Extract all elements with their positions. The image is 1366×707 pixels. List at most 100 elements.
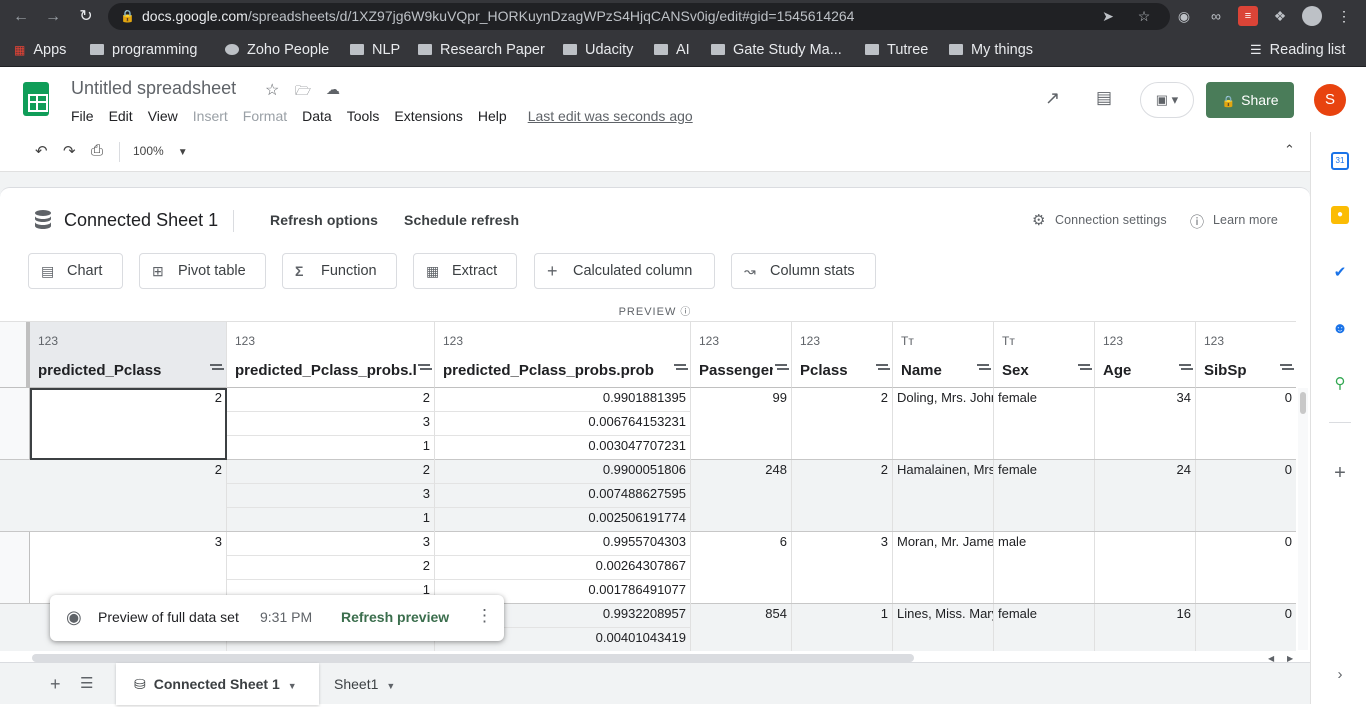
table-cell-sex[interactable]: male (994, 532, 1095, 603)
extract-button[interactable]: ▦ Extract (413, 253, 517, 289)
chart-button[interactable]: ▤ Chart (28, 253, 123, 289)
document-title[interactable]: Untitled spreadsheet (71, 78, 236, 99)
table-cell-sex[interactable]: female (994, 388, 1095, 459)
chrome-menu-icon[interactable]: ⋮ (1334, 6, 1354, 26)
bookmark-zoho-people[interactable]: Zoho People (225, 40, 329, 60)
bookmark-apps[interactable]: ▦ Apps (14, 40, 66, 60)
schedule-refresh-button[interactable]: Schedule refresh (404, 212, 519, 228)
prob-label-cell[interactable]: 2 (227, 460, 435, 484)
table-cell-sibsp[interactable]: 0 (1196, 532, 1296, 603)
refresh-preview-button[interactable]: Refresh preview (341, 609, 449, 625)
filter-icon[interactable] (418, 363, 430, 375)
prob-value-cell[interactable]: 0.002506191774 (435, 508, 691, 532)
share-button[interactable]: 🔒 Share (1206, 82, 1294, 118)
send-icon[interactable]: ➤ (1098, 6, 1118, 26)
calendar-icon[interactable]: 31 (1331, 152, 1349, 170)
table-cell-pclass[interactable]: 3 (30, 532, 227, 603)
prob-value-cell[interactable]: 0.00264307867 (435, 556, 691, 580)
filter-icon[interactable] (977, 363, 989, 375)
tab-sheet1[interactable]: Sheet1 ▼ (334, 663, 395, 705)
table-cell-pid[interactable]: 854 (691, 604, 792, 651)
connection-settings-button[interactable]: Connection settings (1055, 213, 1167, 227)
prob-label-cell[interactable]: 3 (227, 484, 435, 508)
menu-edit[interactable]: Edit (109, 108, 133, 124)
table-cell-name[interactable]: Moran, Mr. James (893, 532, 994, 603)
prob-label-cell[interactable]: 3 (227, 412, 435, 436)
bookmark-udacity[interactable]: Udacity (563, 40, 633, 60)
reading-list[interactable]: ☰ Reading list (1250, 40, 1345, 60)
table-cell-name[interactable]: Hamalainen, Mrs. (893, 460, 994, 531)
table-cell-age[interactable] (1095, 532, 1196, 603)
column-header-predicted-pclass[interactable]: 123 predicted_Pclass (30, 322, 227, 388)
pivot-table-button[interactable]: ⊞ Pivot table (139, 253, 266, 289)
refresh-options-button[interactable]: Refresh options (270, 212, 378, 228)
table-cell-pc[interactable]: 2 (792, 460, 893, 531)
table-cell-sibsp[interactable]: 0 (1196, 460, 1296, 531)
prob-label-cell[interactable]: 3 (227, 532, 435, 556)
reload-icon[interactable]: ↻ (75, 6, 97, 28)
present-button[interactable]: ▣ ▾ (1140, 82, 1194, 118)
star-icon[interactable]: ☆ (265, 80, 279, 100)
menu-extensions[interactable]: Extensions (394, 108, 462, 124)
table-cell-age[interactable]: 16 (1095, 604, 1196, 651)
glasses-extension-icon[interactable]: ∞ (1206, 6, 1226, 26)
prob-label-cell[interactable]: 1 (227, 436, 435, 460)
collapse-toolbar-icon[interactable]: ⌃ (1284, 142, 1295, 158)
address-bar[interactable]: 🔒 docs.google.com/spreadsheets/d/1XZ97jg… (108, 3, 1170, 30)
table-cell-pc[interactable]: 2 (792, 388, 893, 459)
camera-extension-icon[interactable]: ◉ (1174, 6, 1194, 26)
prob-label-cell[interactable]: 2 (227, 388, 435, 412)
activity-trend-icon[interactable]: ↗ (1045, 88, 1060, 109)
menu-insert[interactable]: Insert (193, 108, 228, 124)
column-header-probs-prob[interactable]: 123 predicted_Pclass_probs.prob (435, 322, 691, 388)
vertical-scrollbar[interactable] (1298, 388, 1308, 650)
column-header-name[interactable]: Tт Name (893, 322, 994, 388)
gear-icon[interactable]: ⚙ (1032, 211, 1045, 229)
column-stats-button[interactable]: ↝ Column stats (731, 253, 876, 289)
prob-label-cell[interactable]: 1 (227, 508, 435, 532)
move-folder-icon[interactable]: 🗁 (295, 82, 311, 104)
filter-icon[interactable] (674, 363, 686, 375)
bookmark-ai[interactable]: AI (654, 40, 690, 60)
bookmark-tutree[interactable]: Tutree (865, 40, 928, 60)
table-cell-pclass[interactable]: 2 (30, 460, 227, 531)
filter-icon[interactable] (1179, 363, 1191, 375)
prob-value-cell[interactable]: 0.006764153231 (435, 412, 691, 436)
table-cell-sibsp[interactable]: 0 (1196, 388, 1296, 459)
zoom-select[interactable]: 100% ▼ (133, 144, 188, 158)
table-cell-sex[interactable]: female (994, 604, 1095, 651)
bookmark-gate-study[interactable]: Gate Study Ma... (711, 40, 842, 60)
account-avatar[interactable]: S (1314, 84, 1346, 116)
extensions-puzzle-icon[interactable]: ❖ (1270, 6, 1290, 26)
bookmark-star-icon[interactable]: ☆ (1134, 6, 1154, 26)
menu-format[interactable]: Format (243, 108, 287, 124)
column-header-passengerid[interactable]: 123PassengerId (691, 322, 792, 388)
prob-value-cell[interactable]: 0.9955704303 (435, 532, 691, 556)
todoist-extension-icon[interactable]: ≡ (1238, 6, 1258, 26)
get-addons-plus-icon[interactable]: + (1331, 463, 1349, 483)
table-cell-name[interactable]: Doling, Mrs. John (893, 388, 994, 459)
maps-icon[interactable]: ⚲ (1331, 375, 1349, 393)
menu-help[interactable]: Help (478, 108, 507, 124)
contacts-icon[interactable]: ☻ (1331, 320, 1349, 338)
function-button[interactable]: Σ Function (282, 253, 397, 289)
table-cell-pclass[interactable]: 2 (30, 388, 227, 459)
redo-icon[interactable]: ↷ (63, 142, 76, 160)
column-header-probs-label[interactable]: 123 predicted_Pclass_probs.la (227, 322, 435, 388)
table-cell-pid[interactable]: 248 (691, 460, 792, 531)
forward-icon[interactable]: → (42, 6, 64, 28)
bookmark-my-things[interactable]: My things (949, 40, 1033, 60)
column-header-age[interactable]: 123 Age (1095, 322, 1196, 388)
table-cell-sex[interactable]: female (994, 460, 1095, 531)
menu-view[interactable]: View (148, 108, 178, 124)
expand-panel-icon[interactable]: › (1331, 666, 1349, 684)
filter-icon[interactable] (876, 363, 888, 375)
cloud-status-icon[interactable]: ☁ (326, 81, 340, 98)
table-cell-pid[interactable]: 99 (691, 388, 792, 459)
menu-data[interactable]: Data (302, 108, 332, 124)
vertical-scroll-thumb[interactable] (1300, 392, 1306, 414)
bookmark-research-paper[interactable]: Research Paper (418, 40, 545, 60)
prob-value-cell[interactable]: 0.9901881395 (435, 388, 691, 412)
filter-icon[interactable] (775, 363, 787, 375)
calculated-column-button[interactable]: + Calculated column (534, 253, 715, 289)
